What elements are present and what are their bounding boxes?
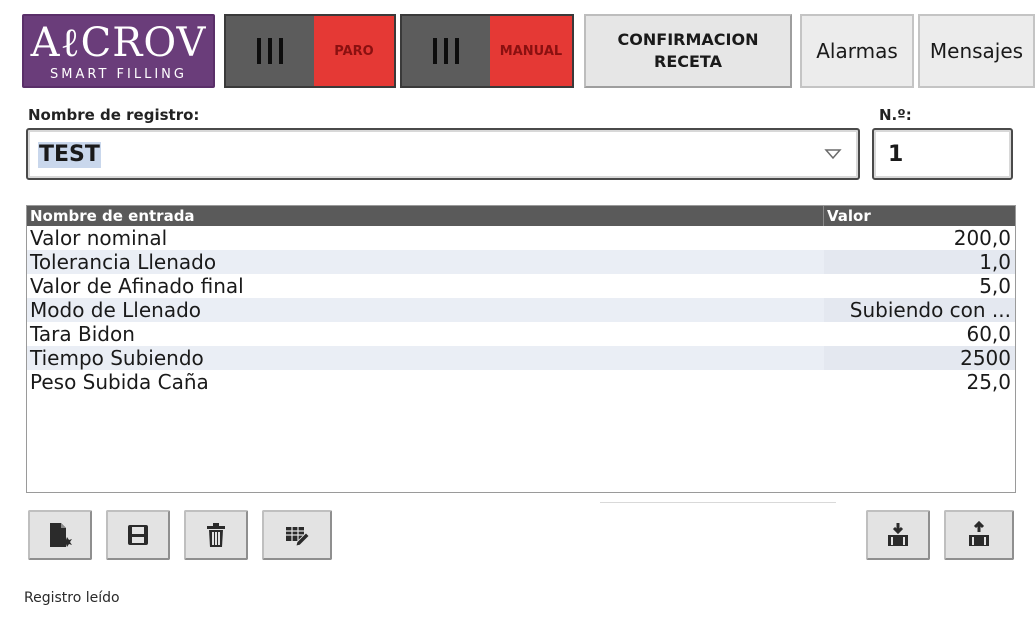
delete-record-button[interactable] — [184, 510, 248, 560]
table-row[interactable]: Tiempo Subiendo 2500 — [27, 346, 1015, 370]
record-number-value: 1 — [888, 142, 904, 167]
tab-alarms[interactable]: Alarmas — [800, 14, 914, 88]
logo-main-text: AℓCROV — [30, 20, 207, 66]
entry-name: Tara Bidon — [30, 322, 135, 346]
import-button[interactable] — [866, 510, 930, 560]
company-logo: AℓCROV SMART FILLING — [22, 14, 215, 88]
stop-status-label: PARO — [314, 16, 394, 86]
status-message: Registro leído — [24, 590, 120, 606]
edit-entries-button[interactable] — [262, 510, 332, 560]
tab-messages[interactable]: Mensajes — [918, 14, 1035, 88]
machine-status-icon — [402, 16, 490, 86]
export-button[interactable] — [944, 510, 1014, 560]
top-bar: AℓCROV SMART FILLING PARO MANUAL CONFIRM… — [0, 0, 1035, 92]
entry-value: 200,0 — [953, 226, 1011, 250]
entry-name: Tiempo Subiendo — [30, 346, 204, 370]
table-row[interactable]: Valor de Afinado final 5,0 — [27, 274, 1015, 298]
column-divider — [823, 206, 824, 226]
entry-value: 2500 — [960, 346, 1011, 370]
entry-name: Valor nominal — [30, 226, 168, 250]
logo-sub-text: SMART FILLING — [50, 67, 187, 82]
save-icon — [128, 525, 148, 545]
chevron-down-icon[interactable] — [822, 144, 844, 166]
entry-value: 60,0 — [966, 322, 1011, 346]
manual-mode-label: MANUAL — [490, 16, 572, 86]
import-icon — [888, 523, 908, 546]
recipe-entries-table: Nombre de entrada Valor Valor nominal 20… — [26, 205, 1016, 493]
record-number-label: N.º: — [879, 106, 912, 124]
record-name-label: Nombre de registro: — [28, 106, 200, 124]
confirm-recipe-button[interactable]: CONFIRMACION RECETA — [584, 14, 792, 88]
entry-value: 1,0 — [979, 250, 1011, 274]
table-row[interactable]: Tara Bidon 60,0 — [27, 322, 1015, 346]
confirm-recipe-label-line1: CONFIRMACION — [617, 30, 759, 49]
column-header-value: Valor — [827, 207, 871, 225]
machine-status-icon — [226, 16, 314, 86]
stop-status-button[interactable]: PARO — [224, 14, 396, 88]
new-record-button[interactable] — [28, 510, 92, 560]
table-header: Nombre de entrada Valor — [27, 206, 1015, 226]
entry-value: Subiendo con ... — [849, 298, 1011, 322]
entry-value: 25,0 — [966, 370, 1011, 394]
table-row[interactable]: Peso Subida Caña 25,0 — [27, 370, 1015, 394]
table-row[interactable]: Tolerancia Llenado 1,0 — [27, 250, 1015, 274]
manual-mode-button[interactable]: MANUAL — [400, 14, 574, 88]
table-row[interactable]: Modo de Llenado Subiendo con ... — [27, 298, 1015, 322]
save-record-button[interactable] — [106, 510, 170, 560]
horizontal-scrollbar[interactable] — [600, 502, 836, 503]
export-icon — [969, 521, 989, 546]
column-header-entry-name: Nombre de entrada — [30, 207, 195, 225]
entry-value: 5,0 — [979, 274, 1011, 298]
entry-name: Valor de Afinado final — [30, 274, 244, 298]
record-number-field[interactable]: 1 — [872, 128, 1013, 180]
confirm-recipe-label-line2: RECETA — [654, 52, 722, 71]
entry-name: Tolerancia Llenado — [30, 250, 217, 274]
table-row[interactable]: Valor nominal 200,0 — [27, 226, 1015, 250]
entry-name: Peso Subida Caña — [30, 370, 209, 394]
new-record-icon — [50, 523, 72, 547]
entry-name: Modo de Llenado — [30, 298, 202, 322]
edit-table-icon — [286, 527, 310, 547]
record-name-value: TEST — [38, 142, 101, 168]
delete-icon — [207, 523, 225, 547]
record-name-select[interactable]: TEST — [26, 128, 860, 180]
